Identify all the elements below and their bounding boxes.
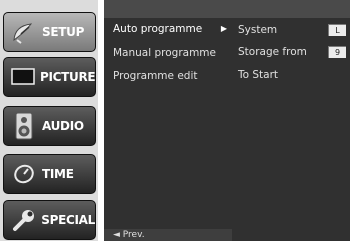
sidebar-item-setup[interactable]: SETUP — [3, 12, 96, 52]
menu-item-label: Auto programme — [113, 23, 203, 35]
satellite-dish-icon — [10, 18, 38, 46]
setup-menu-panel: Auto programme ▶ Manual programme Progra… — [104, 0, 232, 241]
sidebar-item-label: AUDIO — [42, 119, 84, 133]
submenu-header-bar — [232, 0, 350, 18]
sidebar-item-label: SETUP — [42, 25, 85, 39]
sidebar-item-label: PICTURE — [40, 70, 96, 84]
sidebar-item-audio[interactable]: AUDIO — [3, 106, 96, 146]
clock-icon — [10, 160, 38, 188]
menu-item-label: Manual programme — [113, 47, 217, 59]
system-value-field[interactable]: L — [328, 24, 346, 36]
sidebar-item-time[interactable]: TIME — [3, 154, 96, 194]
speaker-icon — [10, 112, 38, 140]
category-sidebar: SETUP PICTURE AUDIO TIME SPECIAL — [0, 0, 98, 241]
sidebar-item-label: TIME — [42, 167, 74, 181]
wrench-icon — [10, 206, 37, 234]
prev-button[interactable]: ◄ Prev. — [104, 229, 232, 241]
auto-programme-submenu: System L Storage from 9 To Start — [232, 0, 350, 241]
sidebar-item-special[interactable]: SPECIAL — [3, 200, 96, 240]
menu-header-bar — [104, 0, 232, 18]
submenu-item-to-start[interactable]: To Start — [238, 66, 348, 84]
menu-item-programme-edit[interactable]: Programme edit — [113, 67, 231, 85]
menu-item-label: Programme edit — [113, 70, 198, 82]
submenu-item-label: Storage from — [238, 46, 307, 58]
tv-screen-icon — [10, 63, 36, 91]
menu-item-auto-programme[interactable]: Auto programme ▶ — [113, 20, 231, 38]
sidebar-item-picture[interactable]: PICTURE — [3, 57, 96, 97]
menu-item-manual-programme[interactable]: Manual programme — [113, 44, 231, 62]
submenu-item-label: To Start — [238, 69, 279, 81]
submenu-arrow-icon: ▶ — [220, 24, 227, 33]
sidebar-item-label: SPECIAL — [41, 213, 95, 227]
submenu-item-label: System — [238, 24, 278, 36]
storage-from-value-field[interactable]: 9 — [328, 46, 346, 58]
